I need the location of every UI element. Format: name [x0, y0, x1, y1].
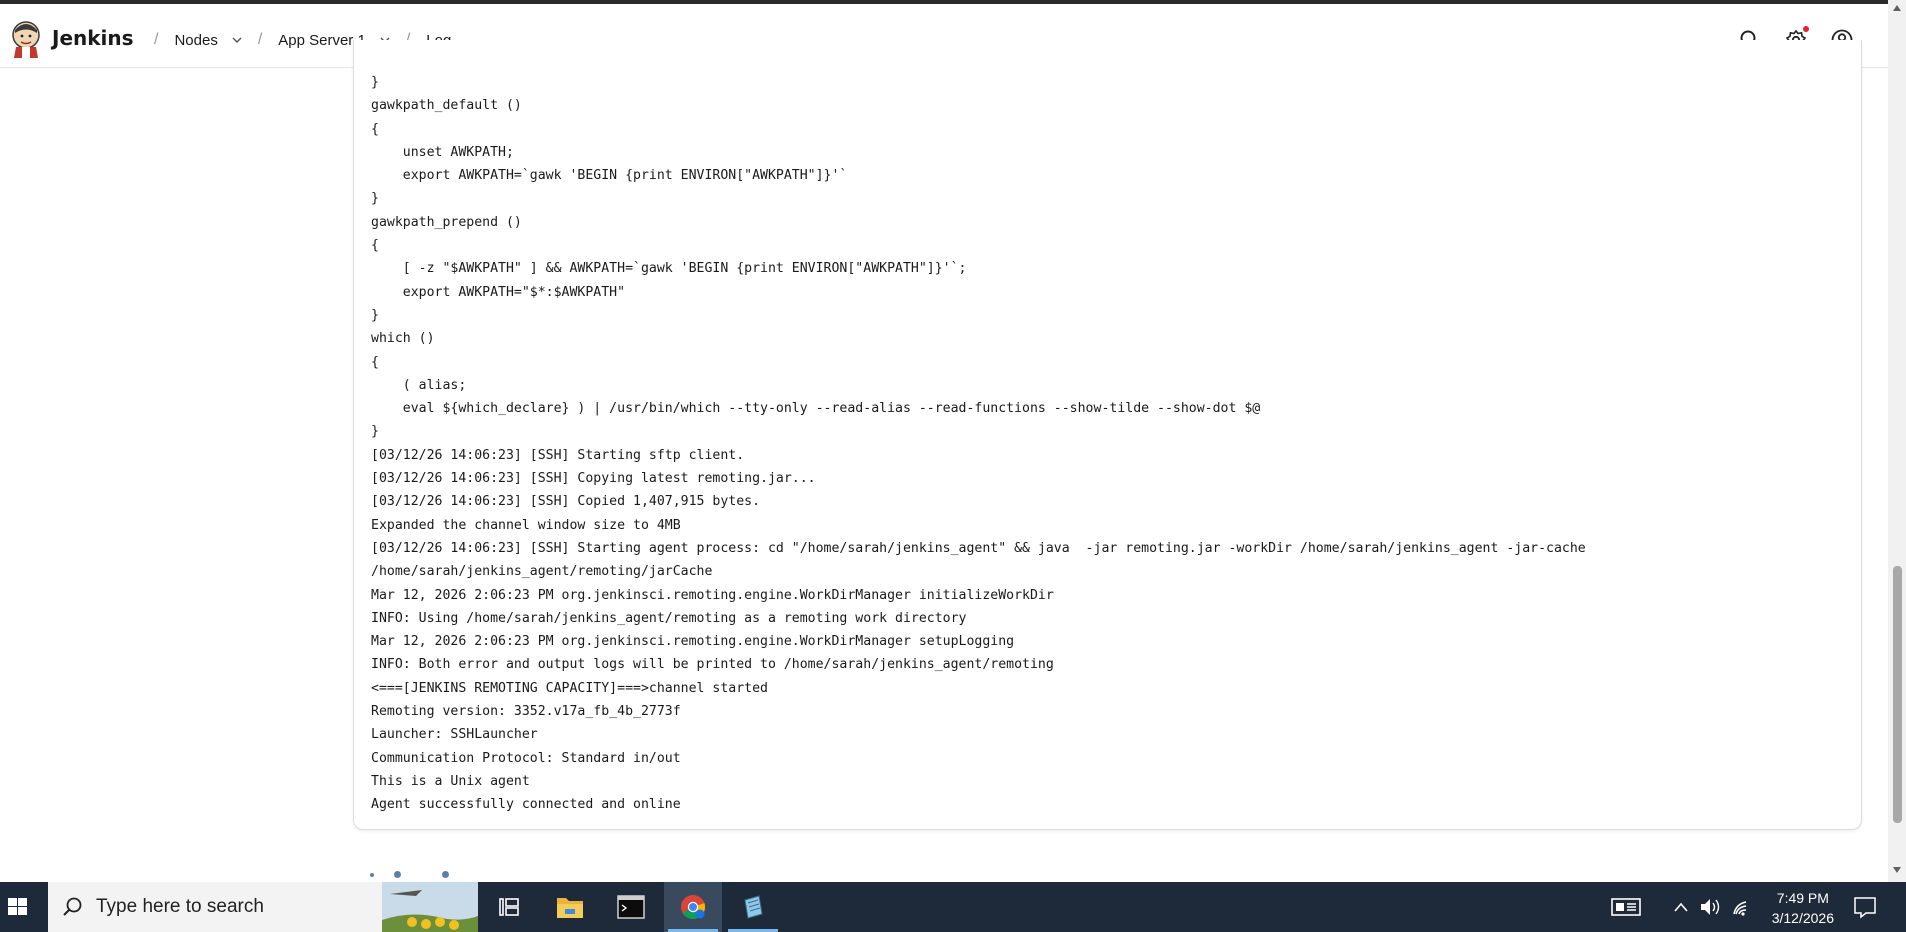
- log-line: Remoting version: 3352.v17a_fb_4b_2773f: [371, 704, 681, 720]
- jenkins-brand[interactable]: Jenkins: [52, 26, 134, 50]
- system-clock[interactable]: 7:49 PM 3/12/2026: [1772, 888, 1834, 928]
- windows-start-icon[interactable]: [0, 882, 46, 932]
- chevron-up-icon[interactable]: [1672, 882, 1690, 932]
- wifi-icon[interactable]: [1732, 882, 1754, 932]
- log-line: }: [371, 424, 379, 440]
- log-line: }: [371, 307, 379, 323]
- log-line: Mar 12, 2026 2:06:23 PM org.jenkinsci.re…: [371, 634, 1015, 650]
- breadcrumb-nodes[interactable]: Nodes: [174, 32, 217, 49]
- log-line: {: [371, 354, 379, 370]
- log-line: Launcher: SSHLauncher: [371, 727, 538, 743]
- terminal-icon: [617, 895, 645, 919]
- chrome-button[interactable]: [664, 882, 722, 932]
- scrollbar-thumb[interactable]: [1893, 566, 1902, 823]
- terminal-button[interactable]: [602, 882, 660, 932]
- loading-dot: [394, 871, 401, 878]
- notepad-icon: [744, 895, 763, 919]
- file-explorer-button[interactable]: [541, 882, 599, 932]
- log-line: gawkpath_default (): [371, 98, 522, 114]
- log-line: Mar 12, 2026 2:06:23 PM org.jenkinsci.re…: [371, 587, 1054, 603]
- clock-time: 7:49 PM: [1776, 890, 1829, 906]
- log-line: INFO: Both error and output logs will be…: [371, 657, 1054, 673]
- news-widget-icon[interactable]: [1609, 882, 1643, 932]
- log-line: {: [371, 121, 379, 137]
- breadcrumb-separator: /: [257, 31, 263, 48]
- log-line: {: [371, 238, 379, 254]
- notepad-button[interactable]: [724, 882, 782, 932]
- scroll-down-arrow-icon[interactable]: [1892, 866, 1902, 874]
- log-line: [03/12/26 14:06:23] [SSH] Starting sftp …: [371, 447, 745, 463]
- loading-dot: [442, 871, 449, 878]
- search-highlight-image: [382, 882, 478, 932]
- log-line: [03/12/26 14:06:23] [SSH] Copying latest…: [371, 471, 816, 487]
- log-line: [03/12/26 14:06:23] [SSH] Copied 1,407,9…: [371, 494, 761, 510]
- console-log-output: } gawkpath_default () { unset AWKPATH; exp…: [371, 71, 1586, 817]
- loading-dot: [370, 873, 374, 877]
- search-placeholder: Type here to search: [96, 896, 264, 917]
- chrome-icon: [681, 895, 706, 920]
- log-line: unset AWKPATH;: [371, 144, 514, 160]
- log-line: Agent successfully connected and online: [371, 797, 681, 813]
- breadcrumb-separator: /: [154, 31, 159, 48]
- log-line: ( alias;: [371, 377, 467, 393]
- log-line: export AWKPATH=`gawk 'BEGIN {print ENVIR…: [371, 168, 848, 184]
- notification-dot: [1803, 26, 1809, 32]
- log-line: which (): [371, 331, 435, 347]
- scroll-up-arrow-icon[interactable]: [1892, 4, 1902, 12]
- log-line: <===[JENKINS REMOTING CAPACITY]===>chann…: [371, 680, 768, 696]
- notifications-icon[interactable]: [1852, 882, 1878, 932]
- clock-date: 3/12/2026: [1771, 910, 1834, 926]
- windows-taskbar: Type here to search 7:49 PM 3/12/2026: [0, 882, 1906, 932]
- task-view-button[interactable]: [480, 882, 538, 932]
- log-line: eval ${which_declare} ) | /usr/bin/which…: [371, 401, 1261, 417]
- log-line: export AWKPATH="$*:$AWKPATH": [371, 284, 626, 300]
- log-line: [ -z "$AWKPATH" ] && AWKPATH=`gawk 'BEGI…: [371, 261, 967, 277]
- volume-icon[interactable]: [1699, 882, 1723, 932]
- log-line: This is a Unix agent: [371, 773, 530, 789]
- log-line: /home/sarah/jenkins_agent/remoting/jarCa…: [371, 564, 713, 580]
- log-line: Communication Protocol: Standard in/out: [371, 750, 681, 766]
- jenkins-logo-icon[interactable]: [11, 20, 41, 58]
- chevron-down-icon[interactable]: [232, 35, 242, 45]
- file-explorer-icon: [557, 898, 583, 918]
- task-view-icon: [499, 898, 519, 916]
- log-line: Expanded the channel window size to 4MB: [371, 517, 681, 533]
- log-line: gawkpath_prepend (): [371, 214, 522, 230]
- search-icon: [63, 897, 82, 916]
- log-line: }: [371, 191, 379, 207]
- log-line: [03/12/26 14:06:23] [SSH] Starting agent…: [371, 540, 1586, 556]
- taskbar-search-box[interactable]: Type here to search: [48, 882, 478, 932]
- log-line: }: [371, 75, 379, 90]
- log-line: INFO: Using /home/sarah/jenkins_agent/re…: [371, 610, 967, 626]
